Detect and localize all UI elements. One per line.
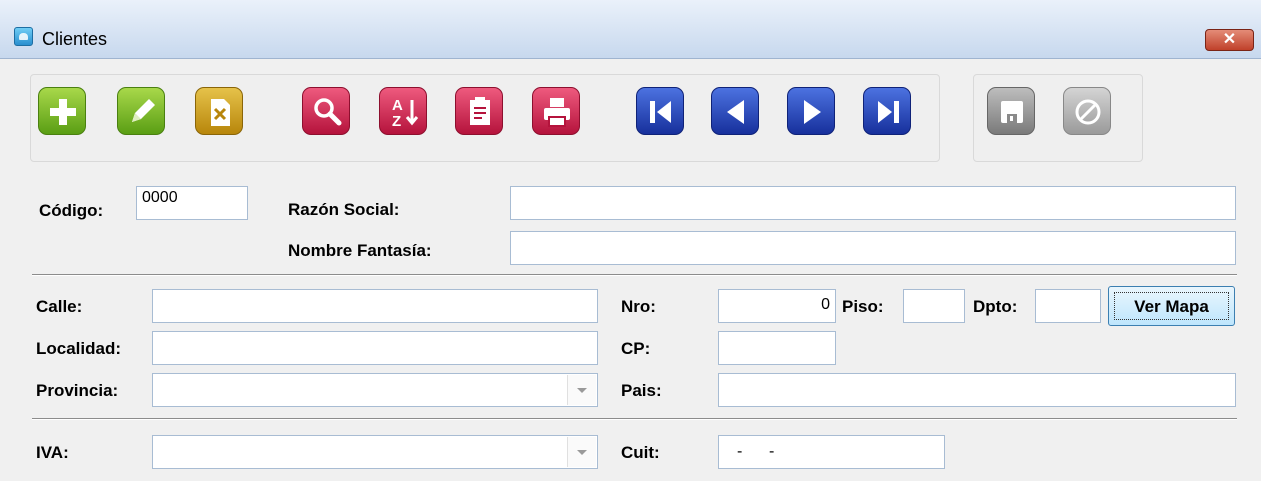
sort-az-icon: AZ (392, 97, 419, 130)
cancel-icon (1075, 99, 1101, 125)
pencil-icon (132, 99, 155, 122)
cp-label: CP: (621, 339, 651, 358)
piso-field[interactable] (903, 289, 965, 323)
nombre-fantasia-label: Nombre Fantasía: (288, 241, 432, 260)
floppy-disk-icon (1001, 101, 1023, 123)
cp-field[interactable] (718, 331, 836, 365)
dpto-label: Dpto: (973, 297, 1018, 316)
localidad-field[interactable] (152, 331, 598, 365)
nombre-fantasia-field[interactable] (510, 231, 1236, 265)
report-button[interactable] (455, 87, 503, 135)
previous-record-button[interactable] (711, 87, 759, 135)
ver-mapa-button[interactable]: Ver Mapa (1108, 286, 1235, 326)
provincia-label: Provincia: (36, 381, 119, 400)
window-title: Clientes (42, 29, 108, 49)
svg-text:A: A (392, 97, 403, 114)
sort-button[interactable]: AZ (379, 87, 427, 135)
cuit-field[interactable]: - - (718, 435, 945, 469)
dpto-field[interactable] (1035, 289, 1101, 323)
separator (32, 274, 1237, 276)
close-button[interactable]: ✕ (1205, 29, 1254, 51)
nro-label: Nro: (621, 297, 656, 316)
pais-field[interactable] (718, 373, 1236, 407)
first-record-button[interactable] (636, 87, 684, 135)
app-icon (14, 27, 33, 46)
delete-document-icon (211, 99, 230, 126)
piso-label: Piso: (842, 297, 884, 316)
save-button[interactable] (987, 87, 1035, 135)
first-icon (650, 101, 671, 123)
razon-social-label: Razón Social: (288, 200, 400, 219)
last-icon (878, 101, 899, 123)
next-icon (804, 100, 821, 124)
iva-select[interactable] (152, 435, 598, 469)
previous-icon (727, 100, 744, 124)
search-button[interactable] (302, 87, 350, 135)
svg-text:Z: Z (392, 113, 401, 130)
nro-field[interactable]: 0 (718, 289, 836, 323)
separator (32, 418, 1237, 420)
clipboard-icon (470, 97, 490, 125)
last-record-button[interactable] (863, 87, 911, 135)
title-bar[interactable]: Clientes ✕ (0, 0, 1261, 59)
edit-button[interactable] (117, 87, 165, 135)
chevron-down-icon[interactable] (567, 375, 596, 405)
cancel-button[interactable] (1063, 87, 1111, 135)
calle-label: Calle: (36, 297, 83, 316)
add-button[interactable] (38, 87, 86, 135)
provincia-select[interactable] (152, 373, 598, 407)
pais-label: Pais: (621, 381, 662, 400)
plus-icon (50, 99, 76, 125)
iva-label: IVA: (36, 443, 69, 462)
next-record-button[interactable] (787, 87, 835, 135)
chevron-down-icon[interactable] (567, 437, 596, 467)
print-button[interactable] (532, 87, 580, 135)
delete-button[interactable] (195, 87, 243, 135)
ver-mapa-label: Ver Mapa (1114, 292, 1229, 320)
calle-field[interactable] (152, 289, 598, 323)
localidad-label: Localidad: (36, 339, 122, 358)
cuit-label: Cuit: (621, 443, 660, 462)
codigo-field[interactable]: 0000 (136, 186, 248, 220)
printer-icon (544, 98, 570, 127)
razon-social-field[interactable] (510, 186, 1236, 220)
codigo-label: Código: (39, 201, 104, 220)
magnifier-icon (314, 98, 342, 126)
